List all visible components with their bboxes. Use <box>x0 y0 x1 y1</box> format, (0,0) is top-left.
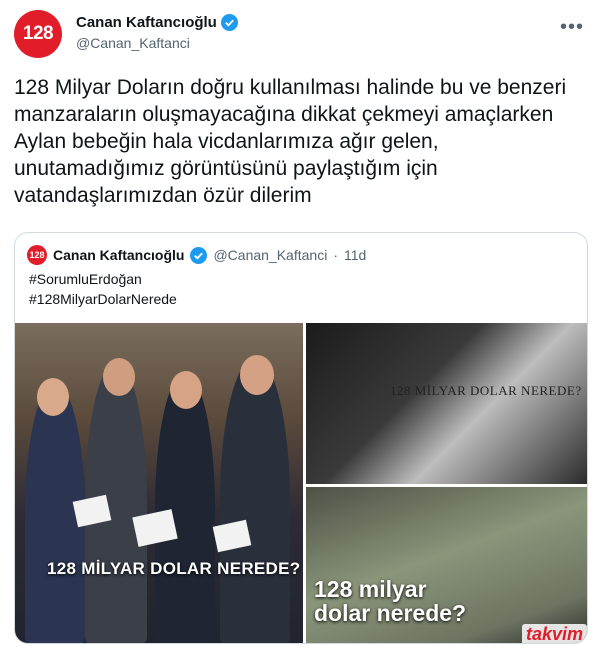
photo-figure <box>155 373 215 643</box>
verified-badge-icon <box>220 14 238 31</box>
author-info: Canan Kaftancıoğlu @Canan_Kaftanci <box>76 14 238 51</box>
author-handle[interactable]: @Canan_Kaftanci <box>76 35 238 51</box>
quoted-separator: · <box>333 247 338 263</box>
photo-face <box>37 378 69 416</box>
verified-badge-icon <box>190 246 208 264</box>
photo-face <box>103 358 135 396</box>
photo-face <box>240 355 274 395</box>
image-caption-line: dolar nerede? <box>314 600 467 626</box>
quoted-tweet[interactable]: 128 Canan Kaftancıoğlu @Canan_Kaftanci ·… <box>14 232 588 644</box>
tweet-text: 128 Milyar Doların doğru kullanılması ha… <box>14 76 567 207</box>
photo-powder[interactable]: 128 MİLYAR DOLAR NEREDE? <box>306 323 587 484</box>
quoted-handle: @Canan_Kaftanci <box>213 247 328 263</box>
author-display-name[interactable]: Canan Kaftancıoğlu <box>76 14 238 31</box>
quoted-tweet-header: 128 Canan Kaftancıoğlu @Canan_Kaftanci ·… <box>27 245 366 265</box>
tweet-header: 128 Canan Kaftancıoğlu @Canan_Kaftanci •… <box>14 8 586 58</box>
hashtag-link[interactable]: #SorumluErdoğan <box>29 269 177 289</box>
hashtag-link[interactable]: #128MilyarDolarNerede <box>29 289 177 309</box>
avatar[interactable]: 128 <box>14 10 62 58</box>
quoted-time[interactable]: 11d <box>344 247 366 263</box>
author-name-text[interactable]: Canan Kaftancıoğlu <box>76 14 217 31</box>
photo-face <box>170 371 202 409</box>
image-caption: 128 MİLYAR DOLAR NEREDE? <box>47 559 301 578</box>
photo-figure <box>220 358 290 643</box>
image-caption: 128 MİLYAR DOLAR NEREDE? <box>390 383 582 398</box>
photo-jacket[interactable]: 128 milyar dolar nerede? takvim <box>306 487 587 643</box>
more-horizontal-icon[interactable]: ••• <box>560 16 584 39</box>
photo-parliament[interactable]: 128 MİLYAR DOLAR NEREDE? <box>15 323 303 643</box>
watermark-logo: takvim <box>521 624 587 643</box>
quoted-display-name: Canan Kaftancıoğlu <box>53 247 185 263</box>
quoted-hashtags: #SorumluErdoğan #128MilyarDolarNerede <box>29 269 177 309</box>
image-caption-line: 128 milyar <box>314 576 427 602</box>
image-caption: 128 milyar dolar nerede? <box>314 577 466 625</box>
quoted-avatar: 128 <box>27 245 47 265</box>
